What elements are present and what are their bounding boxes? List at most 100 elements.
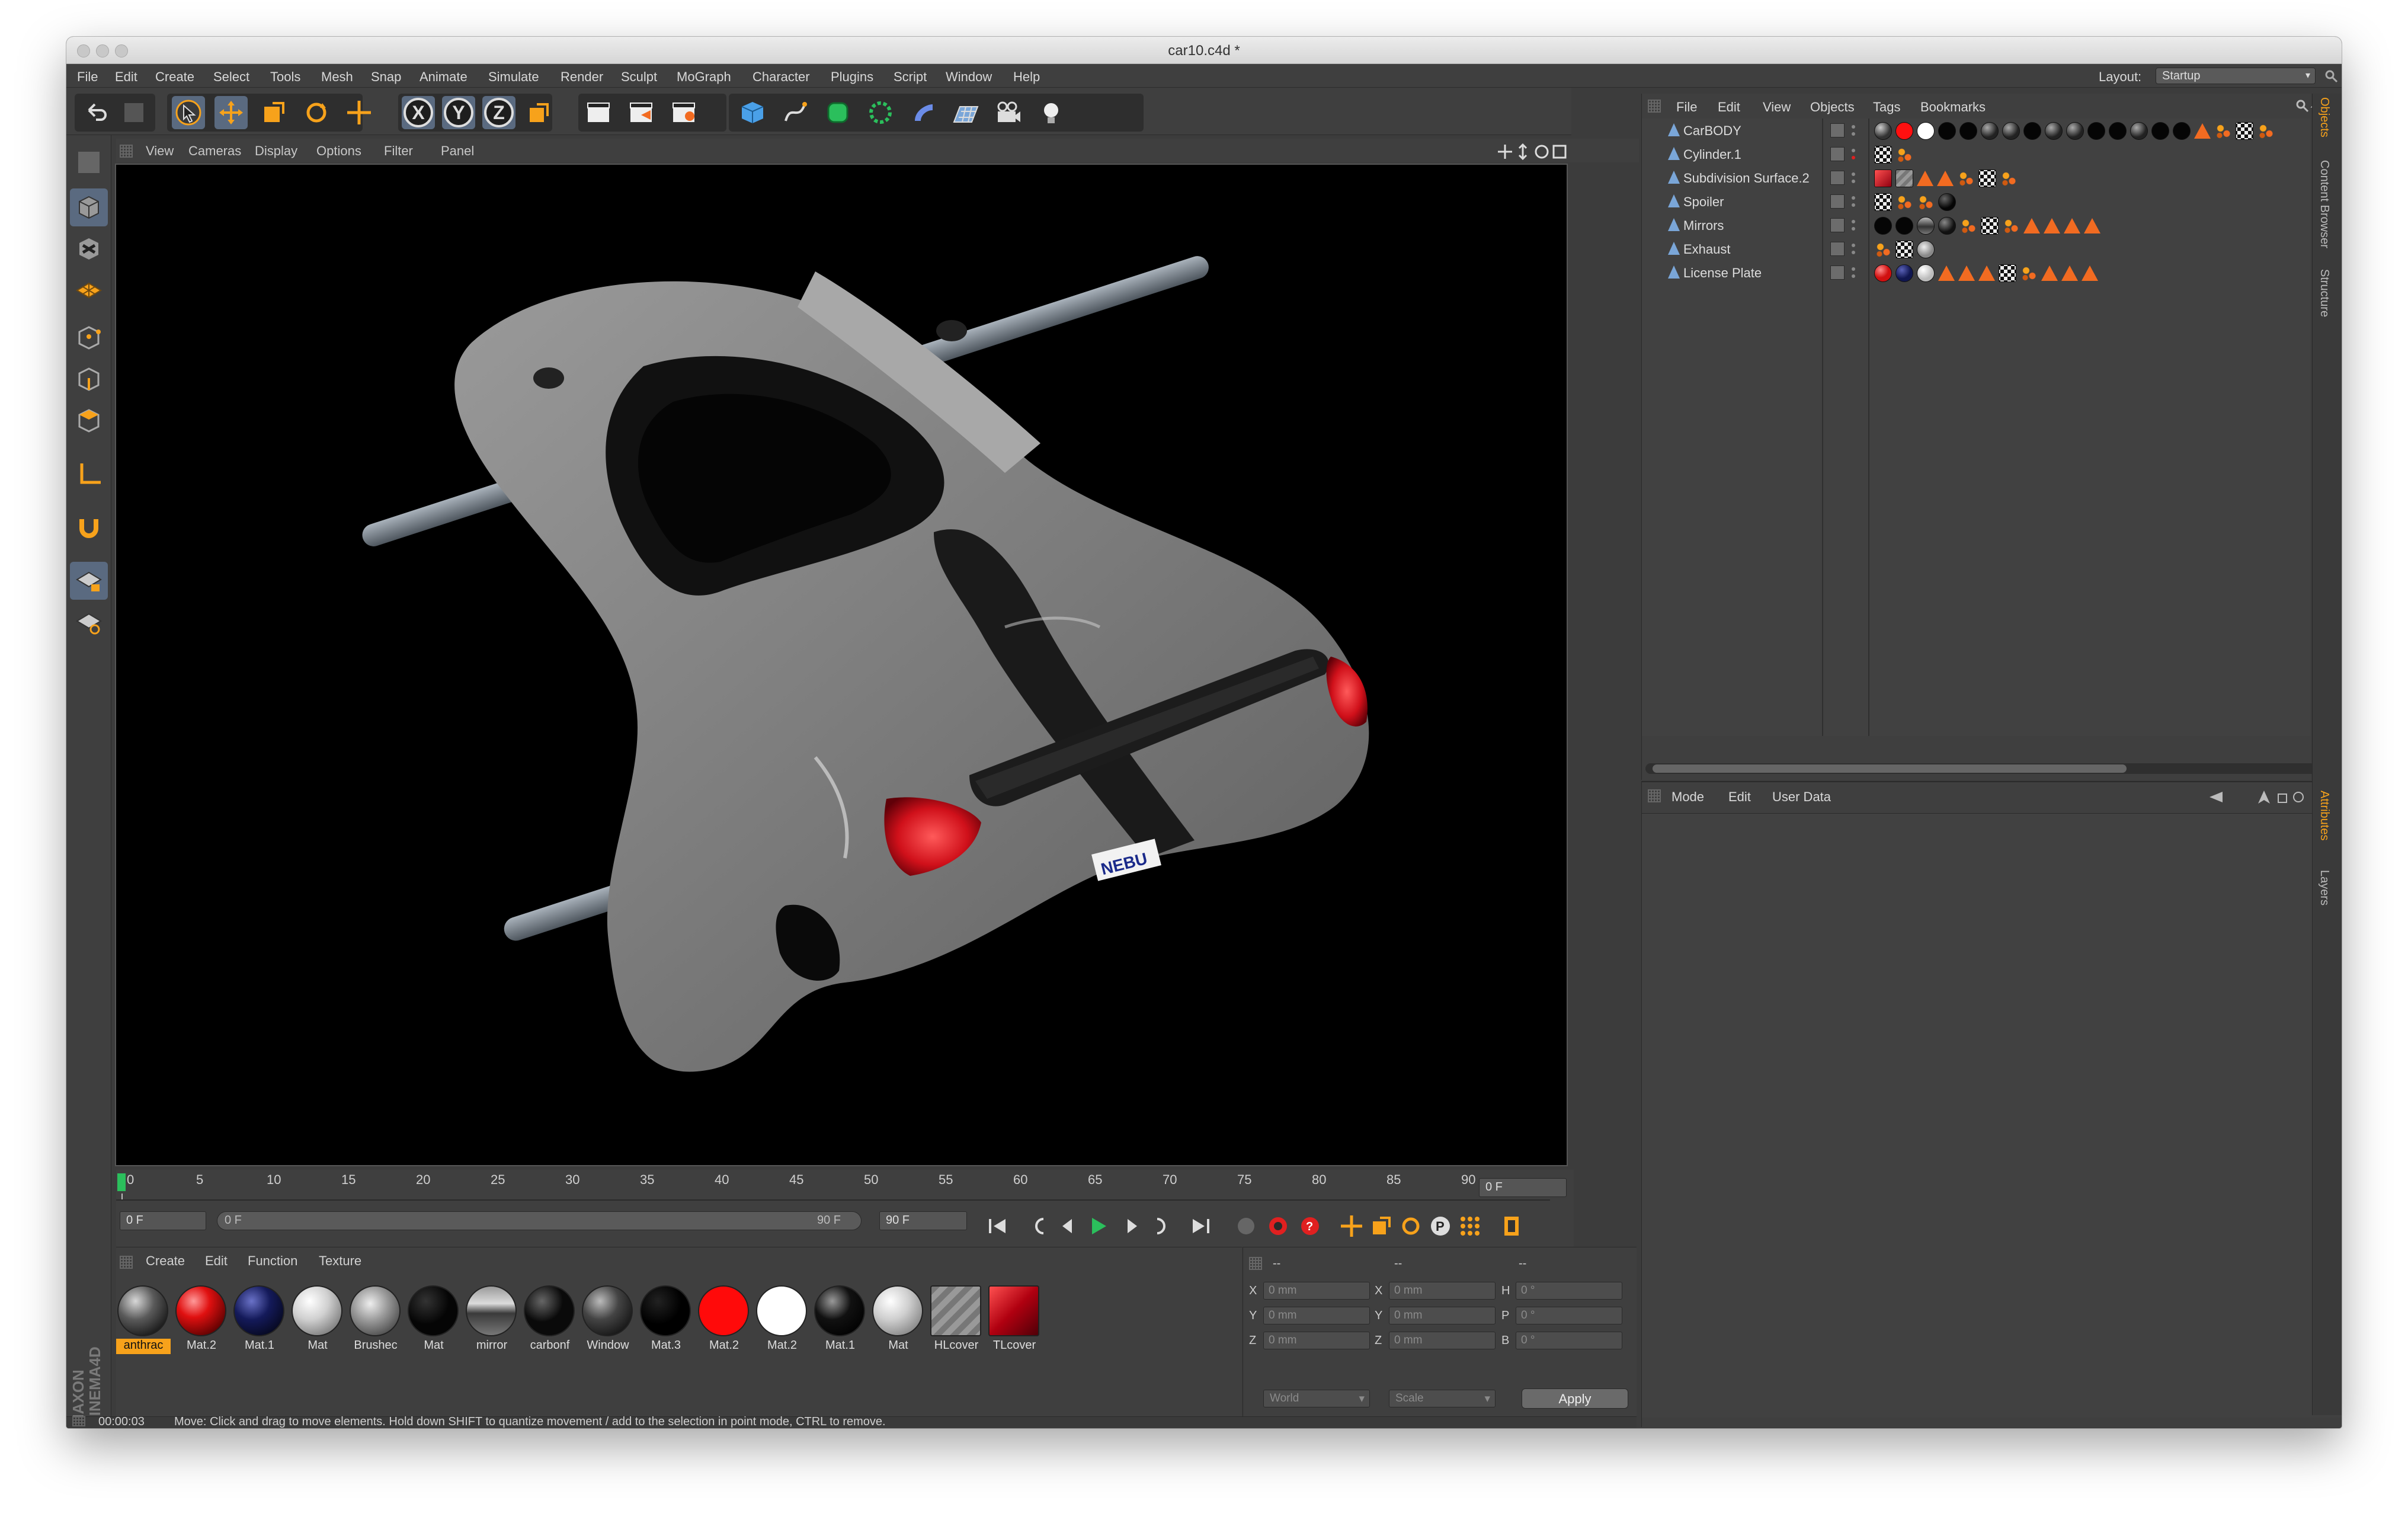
- viewport-menu-options[interactable]: Options: [316, 143, 361, 159]
- tab-content-browser[interactable]: Content Browser: [2317, 160, 2331, 248]
- material-swatch[interactable]: mirror: [465, 1285, 518, 1356]
- om-menu-file[interactable]: File: [1676, 100, 1697, 115]
- position-y-field[interactable]: 0 mm: [1263, 1307, 1370, 1324]
- menu-animate[interactable]: Animate: [420, 69, 467, 85]
- menu-render[interactable]: Render: [561, 69, 603, 85]
- end-frame-field[interactable]: 90 F: [879, 1211, 967, 1230]
- selection-tag-icon[interactable]: [2041, 265, 2058, 281]
- material-tag[interactable]: [1917, 122, 1935, 140]
- material-swatch[interactable]: Window: [581, 1285, 634, 1356]
- menu-sculpt[interactable]: Sculpt: [621, 69, 657, 85]
- material-swatch[interactable]: HLcover: [929, 1285, 982, 1356]
- point-selection-tag-icon[interactable]: [1895, 193, 1913, 211]
- material-tag[interactable]: [1895, 217, 1913, 235]
- model-mode-button[interactable]: [70, 188, 108, 226]
- scale-tool-button[interactable]: [257, 96, 290, 129]
- point-selection-tag-icon[interactable]: [2214, 122, 2232, 140]
- go-to-end-button[interactable]: [1185, 1210, 1217, 1242]
- play-button[interactable]: [1082, 1210, 1114, 1242]
- viewport-menu-filter[interactable]: Filter: [384, 143, 413, 159]
- uvw-tag-icon[interactable]: [1999, 264, 2016, 282]
- menu-simulate[interactable]: Simulate: [488, 69, 539, 85]
- menu-tools[interactable]: Tools: [270, 69, 300, 85]
- redo-button[interactable]: [117, 96, 150, 129]
- previous-key-button[interactable]: [1023, 1210, 1055, 1242]
- key-point-level-button[interactable]: [1454, 1210, 1486, 1242]
- selection-tag-icon[interactable]: [2023, 218, 2040, 233]
- layer-toggle[interactable]: [1830, 123, 1845, 137]
- attributes-menu-user-data[interactable]: User Data: [1772, 789, 1831, 805]
- axis-mode-button[interactable]: [70, 455, 108, 493]
- viewport-menu-display[interactable]: Display: [255, 143, 297, 159]
- y-axis-lock-button[interactable]: Y: [442, 96, 475, 129]
- material-menu-texture[interactable]: Texture: [319, 1253, 361, 1269]
- om-menu-objects[interactable]: Objects: [1810, 100, 1855, 115]
- points-mode-button[interactable]: [70, 319, 108, 357]
- material-tag[interactable]: [1895, 264, 1913, 282]
- material-tag[interactable]: [1874, 122, 1892, 140]
- spline-button[interactable]: [779, 96, 812, 129]
- lock-workplane-button[interactable]: [70, 562, 108, 600]
- object-row-cylinder[interactable]: Cylinder.1: [1642, 142, 2311, 166]
- menu-script[interactable]: Script: [894, 69, 927, 85]
- viewport-menu-cameras[interactable]: Cameras: [188, 143, 241, 159]
- x-axis-lock-button[interactable]: X: [402, 96, 435, 129]
- live-selection-button[interactable]: [172, 96, 205, 129]
- autokeying-button[interactable]: [1262, 1210, 1294, 1242]
- layer-toggle[interactable]: [1830, 147, 1845, 161]
- timeline-ruler[interactable]: 0 5 10 15 20 25 30 35 40 45 50 55 60 65 …: [116, 1171, 1550, 1201]
- uvw-tag-icon[interactable]: [1981, 217, 1999, 235]
- material-swatch[interactable]: anthrac: [116, 1285, 171, 1356]
- material-swatch[interactable]: Mat: [290, 1285, 344, 1356]
- om-menu-tags[interactable]: Tags: [1873, 100, 1900, 115]
- move-tool-button[interactable]: [214, 96, 248, 129]
- keyframe-selection-button[interactable]: ?: [1294, 1210, 1326, 1242]
- layout-dropdown[interactable]: Startup ▾: [2156, 68, 2316, 84]
- object-row-license-plate[interactable]: License Plate: [1642, 261, 2311, 284]
- undo-button[interactable]: [79, 96, 113, 129]
- key-position-button[interactable]: [1336, 1210, 1368, 1242]
- material-swatch[interactable]: Mat.2: [755, 1285, 808, 1356]
- tab-objects[interactable]: Objects: [2317, 97, 2331, 137]
- object-row-mirrors[interactable]: Mirrors: [1642, 213, 2311, 237]
- texture-mode-button[interactable]: [70, 230, 108, 268]
- timeline-window-button[interactable]: [1496, 1210, 1528, 1242]
- selection-tag-icon[interactable]: [1937, 171, 1954, 186]
- 3d-viewport[interactable]: NEBU: [115, 164, 1568, 1166]
- material-swatch[interactable]: Brushec: [348, 1285, 402, 1356]
- selection-tag-icon[interactable]: [1978, 265, 1995, 281]
- key-parameter-button[interactable]: P: [1424, 1210, 1456, 1242]
- menu-file[interactable]: File: [77, 69, 98, 85]
- material-tag[interactable]: [1874, 264, 1892, 282]
- menu-snap[interactable]: Snap: [371, 69, 401, 85]
- menu-help[interactable]: Help: [1013, 69, 1040, 85]
- array-button[interactable]: [864, 96, 897, 129]
- material-swatch[interactable]: Mat.1: [232, 1285, 286, 1356]
- workplane-mode-button[interactable]: [70, 271, 108, 309]
- point-selection-tag-icon[interactable]: [1957, 169, 1975, 187]
- material-tag[interactable]: [2002, 122, 2020, 140]
- uvw-tag-icon[interactable]: [2236, 122, 2253, 140]
- visibility-dots-icon[interactable]: [1850, 147, 1856, 161]
- material-tag[interactable]: [2087, 122, 2105, 140]
- position-x-field[interactable]: 0 mm: [1263, 1282, 1370, 1300]
- layer-toggle[interactable]: [1830, 242, 1845, 256]
- apply-button[interactable]: Apply: [1522, 1388, 1628, 1409]
- rotation-b-field[interactable]: 0 °: [1516, 1332, 1622, 1349]
- layer-toggle[interactable]: [1830, 171, 1845, 185]
- point-selection-tag-icon[interactable]: [1874, 241, 1892, 258]
- menu-edit[interactable]: Edit: [115, 69, 137, 85]
- material-swatch[interactable]: Mat.2: [697, 1285, 750, 1356]
- deformer-button[interactable]: [907, 96, 940, 129]
- tab-layers[interactable]: Layers: [2317, 870, 2331, 906]
- rotation-h-field[interactable]: 0 °: [1516, 1282, 1622, 1300]
- key-rotation-button[interactable]: [1395, 1210, 1427, 1242]
- frame-range-slider[interactable]: 0 F 90 F: [217, 1211, 862, 1230]
- coordinate-system-button[interactable]: [523, 96, 556, 129]
- menu-plugins[interactable]: Plugins: [831, 69, 873, 85]
- material-menu-create[interactable]: Create: [146, 1253, 185, 1269]
- tab-attributes[interactable]: Attributes: [2317, 791, 2331, 840]
- light-button[interactable]: [1035, 96, 1068, 129]
- next-frame-button[interactable]: [1115, 1210, 1147, 1242]
- visibility-dots-icon[interactable]: [1850, 242, 1856, 256]
